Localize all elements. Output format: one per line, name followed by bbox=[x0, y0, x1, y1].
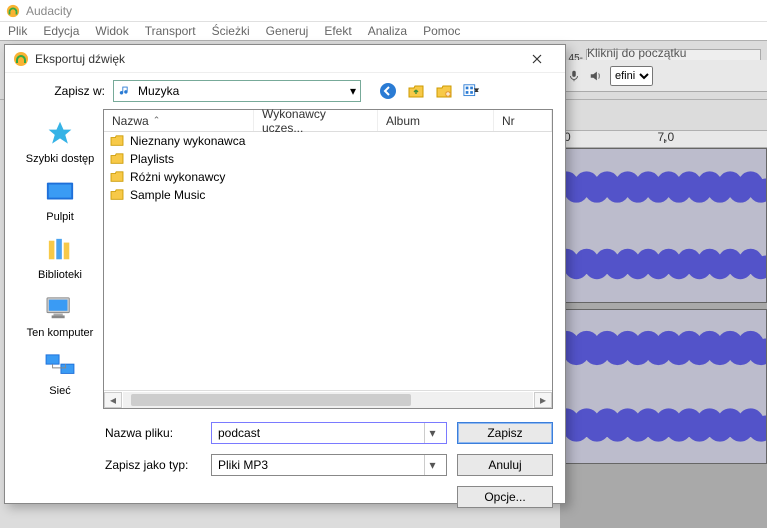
filetype-value: Pliki MP3 bbox=[218, 458, 268, 472]
folder-name: Playlists bbox=[130, 152, 174, 166]
save-in-row: Zapisz w: Muzyka ▾ bbox=[5, 73, 565, 109]
audacity-logo-icon bbox=[6, 4, 20, 18]
back-icon bbox=[379, 82, 397, 100]
menu-widok[interactable]: Widok bbox=[95, 24, 128, 38]
column-header-nr[interactable]: Nr bbox=[494, 110, 552, 131]
file-list: Nazwa⌃ Wykonawcy uczes... Album Nr Niezn… bbox=[103, 109, 553, 409]
place-label: Sieć bbox=[49, 385, 70, 397]
place-desktop[interactable]: Pulpit bbox=[42, 177, 78, 223]
chevron-down-icon: ▾ bbox=[350, 84, 356, 98]
cancel-button[interactable]: Anuluj bbox=[457, 454, 553, 476]
nav-newfolder-button[interactable] bbox=[435, 82, 453, 100]
place-label: Ten komputer bbox=[27, 327, 94, 339]
column-header-name[interactable]: Nazwa⌃ bbox=[104, 110, 254, 131]
microphone-icon bbox=[566, 69, 582, 83]
place-label: Szybki dostęp bbox=[26, 153, 94, 165]
folder-name: Sample Music bbox=[130, 188, 205, 202]
folder-icon bbox=[110, 153, 124, 165]
waveform bbox=[561, 310, 766, 463]
horizontal-scrollbar[interactable]: ◂ ▸ bbox=[104, 390, 552, 408]
menu-generuj[interactable]: Generuj bbox=[266, 24, 309, 38]
place-this-pc[interactable]: Ten komputer bbox=[27, 293, 94, 339]
folder-name: Różni wykonawcy bbox=[130, 170, 225, 184]
music-folder-icon bbox=[118, 84, 132, 98]
menu-sciezki[interactable]: Ścieżki bbox=[212, 24, 250, 38]
place-quick-access[interactable]: Szybki dostęp bbox=[26, 119, 94, 165]
chevron-down-icon: ▾ bbox=[424, 423, 440, 443]
menu-analiza[interactable]: Analiza bbox=[368, 24, 407, 38]
folder-item[interactable]: Różni wykonawcy bbox=[104, 168, 552, 186]
timeline-tick: 7,0 bbox=[658, 130, 675, 144]
filetype-label: Zapisz jako typ: bbox=[105, 458, 201, 472]
app-title: Audacity bbox=[26, 4, 72, 18]
output-device-select[interactable]: efini bbox=[610, 66, 653, 86]
menu-plik[interactable]: Plik bbox=[8, 24, 27, 38]
network-icon bbox=[44, 353, 76, 379]
menu-pomoc[interactable]: Pomoc bbox=[423, 24, 460, 38]
app-titlebar: Audacity bbox=[0, 0, 767, 22]
dialog-bottom-controls: Nazwa pliku: podcast ▾ Zapisz Zapisz jak… bbox=[5, 409, 565, 511]
sort-asc-icon: ⌃ bbox=[153, 115, 161, 126]
menu-edycja[interactable]: Edycja bbox=[43, 24, 79, 38]
dialog-nav-icons bbox=[379, 82, 481, 100]
nav-up-button[interactable] bbox=[407, 82, 425, 100]
column-header-album[interactable]: Album bbox=[378, 110, 494, 131]
location-text: Muzyka bbox=[138, 84, 179, 98]
audio-track-2[interactable] bbox=[560, 309, 767, 464]
place-libraries[interactable]: Biblioteki bbox=[38, 235, 82, 281]
new-folder-icon bbox=[435, 82, 453, 100]
audacity-logo-icon bbox=[13, 51, 29, 67]
options-button[interactable]: Opcje... bbox=[457, 486, 553, 508]
scroll-right-button[interactable]: ▸ bbox=[534, 392, 552, 408]
filename-value: podcast bbox=[218, 426, 260, 440]
quick-access-icon bbox=[45, 120, 75, 148]
device-toolbar: efini bbox=[560, 60, 767, 92]
scroll-thumb[interactable] bbox=[131, 394, 411, 406]
menu-transport[interactable]: Transport bbox=[145, 24, 196, 38]
menu-efekt[interactable]: Efekt bbox=[324, 24, 351, 38]
save-in-label: Zapisz w: bbox=[49, 84, 105, 98]
filename-label: Nazwa pliku: bbox=[105, 426, 201, 440]
filetype-select[interactable]: Pliki MP3 ▾ bbox=[211, 454, 447, 476]
folder-item[interactable]: Nieznany wykonawca bbox=[104, 132, 552, 150]
nav-back-button[interactable] bbox=[379, 82, 397, 100]
folder-item[interactable]: Sample Music bbox=[104, 186, 552, 204]
filename-input[interactable]: podcast ▾ bbox=[211, 422, 447, 444]
track-area bbox=[560, 148, 767, 528]
save-button[interactable]: Zapisz bbox=[457, 422, 553, 444]
folder-up-icon bbox=[407, 82, 425, 100]
nav-views-button[interactable] bbox=[463, 82, 481, 100]
dialog-title: Eksportuj dźwięk bbox=[35, 52, 517, 66]
place-label: Pulpit bbox=[46, 211, 74, 223]
column-header-performers[interactable]: Wykonawcy uczes... bbox=[254, 110, 378, 131]
place-network[interactable]: Sieć bbox=[42, 351, 78, 397]
folder-icon bbox=[110, 189, 124, 201]
export-audio-dialog: Eksportuj dźwięk Zapisz w: Muzyka ▾ bbox=[4, 44, 566, 504]
scroll-track[interactable] bbox=[123, 392, 533, 408]
close-icon bbox=[532, 54, 542, 64]
chevron-down-icon: ▾ bbox=[424, 455, 440, 475]
file-rows[interactable]: Nieznany wykonawca Playlists Różni wykon… bbox=[104, 132, 552, 390]
waveform bbox=[561, 149, 766, 302]
folder-name: Nieznany wykonawca bbox=[130, 134, 245, 148]
place-label: Biblioteki bbox=[38, 269, 82, 281]
folder-icon bbox=[110, 171, 124, 183]
dialog-titlebar[interactable]: Eksportuj dźwięk bbox=[5, 45, 565, 73]
folder-icon bbox=[110, 135, 124, 147]
save-in-location-combo[interactable]: Muzyka ▾ bbox=[113, 80, 361, 102]
scroll-left-button[interactable]: ◂ bbox=[104, 392, 122, 408]
folder-item[interactable]: Playlists bbox=[104, 150, 552, 168]
view-menu-icon bbox=[463, 83, 481, 99]
places-bar: Szybki dostęp Pulpit Biblioteki Ten komp… bbox=[17, 109, 103, 409]
libraries-icon bbox=[45, 237, 75, 263]
timeline-ruler[interactable]: 6,0 7,0 bbox=[560, 130, 767, 148]
desktop-icon bbox=[45, 180, 75, 204]
app-menubar[interactable]: Plik Edycja Widok Transport Ścieżki Gene… bbox=[0, 22, 767, 40]
speaker-icon bbox=[588, 69, 604, 83]
file-list-header: Nazwa⌃ Wykonawcy uczes... Album Nr bbox=[104, 110, 552, 132]
close-button[interactable] bbox=[517, 49, 557, 69]
audio-track-1[interactable] bbox=[560, 148, 767, 303]
computer-icon bbox=[44, 295, 76, 321]
